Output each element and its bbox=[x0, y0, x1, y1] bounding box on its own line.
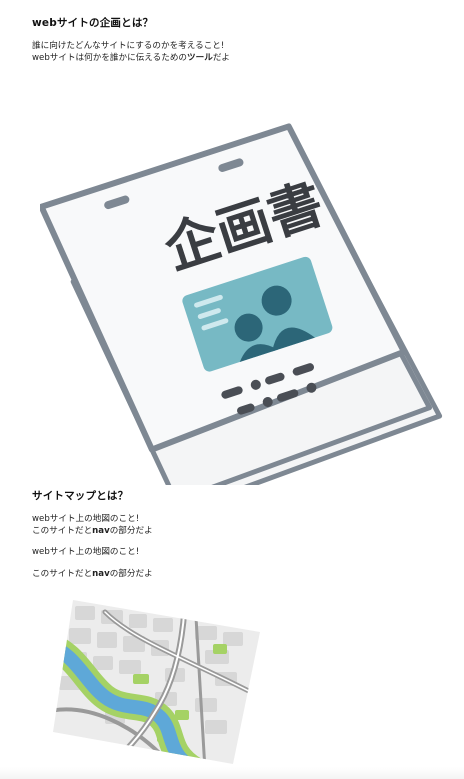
sitemap-paragraph-2: webサイト上の地図のこと! bbox=[32, 547, 140, 557]
tool-emphasis: ツール bbox=[187, 53, 213, 63]
sitemap-description-line-2: このサイトだとnavの部分だよ bbox=[32, 525, 153, 537]
section-heading-planning: webサイトの企画とは？ bbox=[32, 17, 154, 29]
page-bottom-edge bbox=[0, 767, 464, 779]
sitemap-line-2-text: このサイトだと bbox=[32, 526, 93, 536]
section-heading-sitemap: サイトマップとは？ bbox=[32, 490, 129, 502]
planning-line-2-suffix: だよ bbox=[212, 53, 231, 63]
nav-emphasis-2: nav bbox=[92, 569, 110, 579]
planning-description-line-1: 誰に向けたどんなサイトにするのかを考えること! bbox=[32, 41, 225, 51]
page: webサイトの企画とは？ 誰に向けたどんなサイトにするのかを考えること! web… bbox=[0, 0, 464, 779]
planning-description-line-2: webサイトは何かを誰かに伝えるためのツールだよ bbox=[32, 52, 230, 64]
sitemap-p3-text: このサイトだと bbox=[32, 569, 93, 579]
planning-document-illustration: 企画書 bbox=[40, 123, 443, 485]
sitemap-paragraph-3: このサイトだとnavの部分だよ bbox=[32, 568, 153, 580]
sitemap-p3-suffix: の部分だよ bbox=[109, 569, 153, 579]
sitemap-description-line-1: webサイト上の地図のこと! bbox=[32, 514, 140, 524]
sitemap-line-2-suffix: の部分だよ bbox=[109, 526, 153, 536]
nav-emphasis: nav bbox=[92, 526, 110, 536]
city-map-illustration bbox=[53, 600, 260, 764]
planning-line-2-text: webサイトは何かを誰かに伝えるための bbox=[32, 53, 188, 63]
